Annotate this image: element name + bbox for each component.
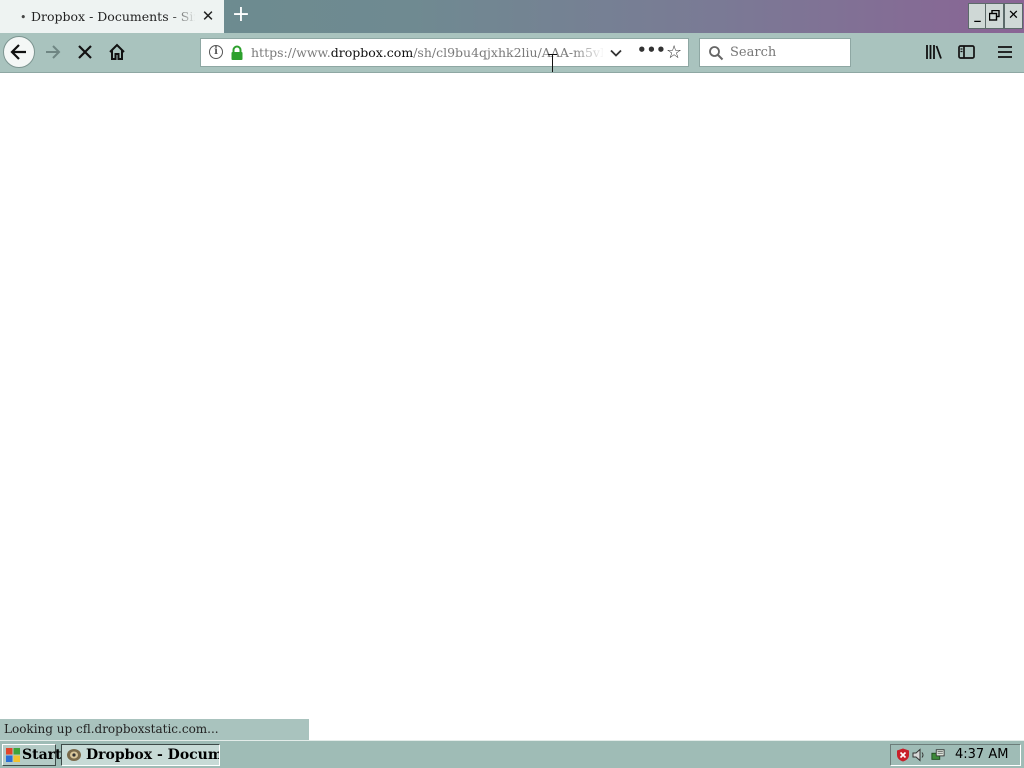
stop-loading-button[interactable] [70, 37, 100, 67]
volume-icon[interactable] [912, 748, 926, 762]
tab-loading-dot: • [20, 11, 27, 24]
system-tray: 4:37 AM [890, 744, 1021, 766]
search-icon [709, 46, 724, 61]
browser-window-icon [67, 749, 81, 761]
title-bar: • Dropbox - Documents - Simplif ✕ + _ ✕ [0, 0, 1024, 33]
page-actions-icon[interactable]: ••• [637, 41, 666, 59]
sidebar-icon [957, 45, 975, 59]
text-cursor [552, 54, 553, 72]
stop-icon [78, 45, 92, 59]
open-menu-button[interactable] [990, 37, 1020, 67]
restore-window-button[interactable] [985, 3, 1004, 29]
tab-title-fade [170, 6, 196, 28]
lock-icon[interactable] [230, 45, 244, 61]
taskbar-window-button[interactable]: Dropbox - Docum... [61, 744, 220, 766]
start-button[interactable]: Start [2, 744, 62, 766]
security-shield-icon[interactable] [896, 748, 910, 762]
status-panel: Looking up cfl.dropboxstatic.com... [0, 719, 309, 740]
windows-logo-icon [6, 748, 20, 762]
restore-icon [988, 9, 1000, 21]
search-input[interactable] [730, 44, 845, 61]
url-host: dropbox.com [330, 45, 414, 60]
back-button[interactable] [3, 36, 35, 68]
library-button[interactable] [919, 37, 949, 67]
page-content-area [0, 73, 1024, 719]
home-icon [109, 43, 125, 60]
url-fade [573, 42, 605, 63]
sidebar-toggle-button[interactable] [951, 37, 981, 67]
forward-arrow-icon [46, 45, 61, 59]
navigation-toolbar: i https://www.dropbox.com/sh/cl9bu4qjxhk… [0, 33, 1024, 73]
forward-button[interactable] [38, 37, 68, 67]
taskbar-window-label: Dropbox - Docum... [86, 747, 219, 763]
back-arrow-icon [10, 44, 26, 60]
close-window-button[interactable]: ✕ [1004, 3, 1023, 29]
tab-close-icon[interactable]: ✕ [199, 7, 217, 25]
hamburger-menu-icon [998, 46, 1012, 58]
address-bar[interactable]: i https://www.dropbox.com/sh/cl9bu4qjxhk… [200, 38, 689, 72]
start-label: Start [22, 747, 62, 763]
taskbar: Start Dropbox - Docum... 4:37 AM [0, 740, 1024, 768]
chevron-down-icon[interactable] [609, 46, 623, 60]
network-icon[interactable] [931, 748, 945, 762]
search-bar[interactable] [699, 38, 851, 67]
new-tab-button[interactable]: + [229, 4, 253, 28]
taskbar-clock[interactable]: 4:37 AM [955, 745, 1019, 765]
active-tab[interactable]: • Dropbox - Documents - Simplif ✕ [0, 0, 224, 33]
bookmark-star-icon[interactable]: ☆ [666, 42, 682, 63]
url-prefix: https://www. [251, 45, 331, 60]
url-text[interactable]: https://www.dropbox.com/sh/cl9bu4qjxhk2l… [251, 45, 603, 61]
home-button[interactable] [102, 37, 132, 67]
info-icon[interactable]: i [209, 45, 223, 59]
library-icon [926, 45, 942, 59]
